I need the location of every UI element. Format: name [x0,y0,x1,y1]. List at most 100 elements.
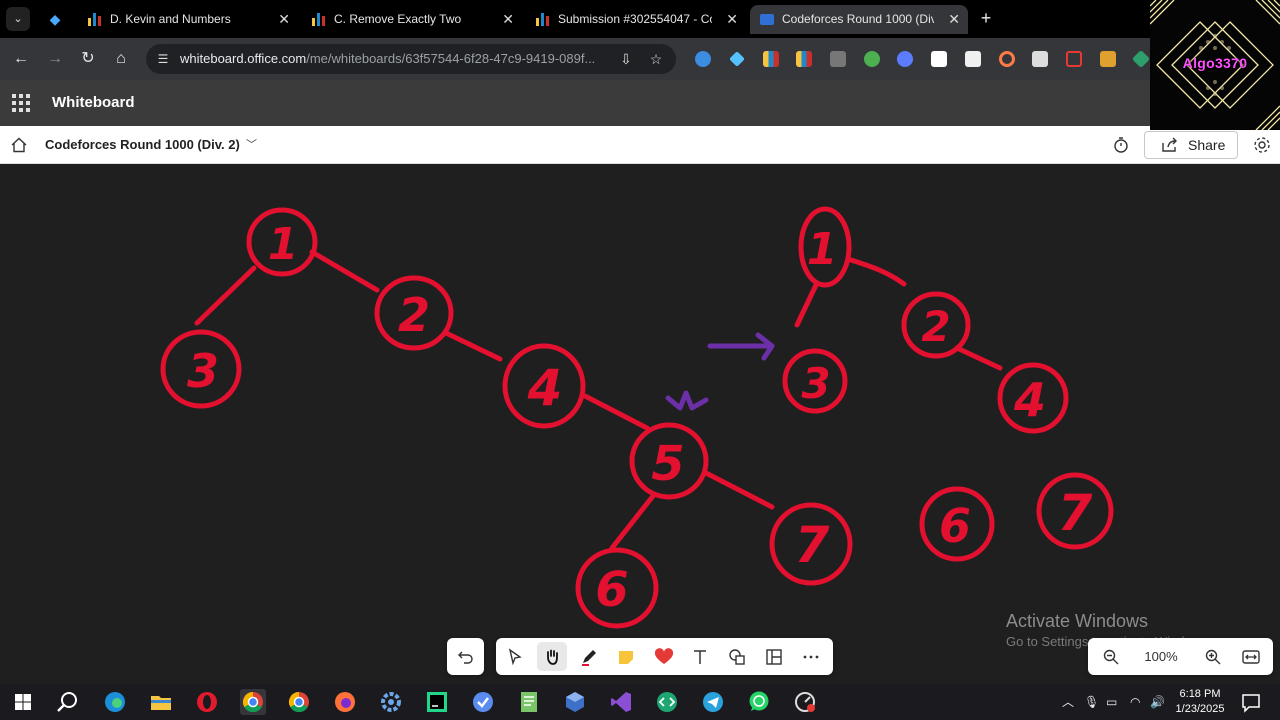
bookmark-star-icon[interactable]: ☆ [646,49,666,69]
whiteboard-favicon-icon [760,14,774,25]
extension-plus-icon[interactable] [864,51,880,67]
show-hidden-icons-chevron-icon[interactable]: ︿ [1062,684,1074,720]
wifi-icon[interactable]: ◠ [1130,684,1140,720]
document-header: Codeforces Round 1000 (Div. 2) ﹀ Share [0,126,1280,164]
chrome-icon[interactable] [240,689,266,715]
file-explorer-icon[interactable] [148,689,174,715]
ink-edge [443,330,503,362]
ink-edge [703,470,775,510]
recorder-icon[interactable] [792,689,818,715]
reload-icon[interactable]: ↻ [77,48,99,70]
share-button[interactable]: Share [1144,131,1238,159]
more-options-button[interactable] [796,642,826,671]
ink-edge [194,265,257,326]
extension-pencil-icon[interactable] [1100,51,1116,67]
settings-gear-icon[interactable] [1252,135,1272,155]
forward-arrow-icon[interactable]: → [44,48,66,70]
whiteboard-canvas[interactable]: 1 2 3 4 5 6 7 1 2 3 4 6 7 [0,164,1280,684]
webstorm-icon[interactable] [424,689,450,715]
templates-button[interactable] [759,642,789,671]
text-tool-button[interactable] [685,642,715,671]
opera-icon[interactable] [194,689,220,715]
extension-eye-icon[interactable] [897,51,913,67]
logo-text: Algo3370 [1182,55,1248,71]
zoom-in-button[interactable] [1198,642,1228,671]
check-app-icon[interactable] [470,689,496,715]
address-bar[interactable]: ☰ whiteboard.office.com/me/whiteboards/6… [146,44,676,74]
heart-icon [654,648,674,664]
node-label: 2 [921,302,950,351]
fit-to-screen-button[interactable] [1236,642,1266,671]
node-label: 4 [1013,373,1046,427]
select-tool-button[interactable] [500,642,530,671]
sticky-note-icon [619,651,633,664]
zoom-in-icon [1205,649,1221,665]
microphone-icon[interactable]: 🎙 [1084,684,1099,720]
ink-edge [309,249,380,293]
battery-icon[interactable]: ▭ [1106,684,1117,720]
code-app-icon[interactable] [654,689,680,715]
home-icon[interactable] [10,136,28,154]
extension-icon[interactable] [965,51,981,67]
close-tab-icon[interactable]: ✕ [502,5,514,34]
tab-remove-exactly-two[interactable]: C. Remove Exactly Two ✕ [302,5,522,34]
gear-app-icon[interactable] [378,689,404,715]
system-clock[interactable]: 6:18 PM 1/23/2025 [1172,687,1228,717]
home-icon[interactable]: ⌂ [110,48,132,70]
node-label: 6 [595,562,628,618]
notifications-icon[interactable] [1238,689,1264,715]
extension-square-icon[interactable] [1066,51,1082,67]
timer-icon[interactable] [1112,136,1130,154]
node-label: 6 [939,499,971,553]
clock-time: 6:18 PM [1179,688,1221,700]
back-arrow-icon[interactable]: ← [10,48,32,70]
chrome-icon[interactable] [286,689,312,715]
close-tab-icon[interactable]: ✕ [278,5,290,34]
app-launcher-icon[interactable] [12,94,30,112]
pan-tool-button[interactable] [537,642,567,671]
firefox-icon[interactable] [332,689,358,715]
pen-tool-button[interactable] [574,642,604,671]
volume-icon[interactable]: 🔊 [1150,684,1165,720]
zoom-out-button[interactable] [1096,642,1126,671]
shapes-icon [729,649,745,665]
site-info-icon[interactable]: ☰ [154,50,172,68]
windows-start-icon[interactable] [10,689,36,715]
whatsapp-icon[interactable] [746,689,772,715]
pinned-tab-gem-icon[interactable]: ◆ [44,9,66,29]
extension-grid-icon[interactable] [1032,51,1048,67]
tab-search-button[interactable]: ⌄ [6,7,30,31]
extension-codeforces-icon[interactable] [796,51,812,67]
shapes-tool-button[interactable] [722,642,752,671]
close-tab-icon[interactable]: ✕ [726,5,738,34]
close-tab-icon[interactable]: ✕ [948,5,960,34]
share-label: Share [1188,137,1226,153]
undo-button[interactable] [451,642,481,671]
sticky-note-button[interactable] [611,642,641,671]
search-icon[interactable] [55,689,81,715]
telegram-icon[interactable] [700,689,726,715]
ink-arrow [707,332,775,361]
clock-date: 1/23/2025 [1175,703,1225,715]
extension-ring-icon[interactable] [999,51,1015,67]
tab-kevin-and-numbers[interactable]: D. Kevin and Numbers ✕ [78,5,298,34]
fit-screen-icon [1242,650,1260,664]
chevron-down-icon[interactable]: ﹀ [246,126,257,164]
tab-submission[interactable]: Submission #302554047 - Codeforces ✕ [526,5,746,34]
edge-browser-icon[interactable] [102,689,128,715]
visual-studio-icon[interactable] [608,689,634,715]
box-app-icon[interactable] [562,689,588,715]
extension-icon[interactable] [695,51,711,67]
extension-icon[interactable] [931,51,947,67]
tab-whiteboard-active[interactable]: Codeforces Round 1000 (Div. 2) ✕ [750,5,968,34]
install-app-icon[interactable]: ⇩ [616,49,636,69]
extension-download-icon[interactable] [830,51,846,67]
codeforces-favicon-icon [88,13,102,26]
new-tab-button[interactable]: + [976,7,996,29]
extension-codeforces-icon[interactable] [763,51,779,67]
document-title[interactable]: Codeforces Round 1000 (Div. 2) [45,126,240,164]
reaction-button[interactable] [648,642,678,671]
node-label: 1 [268,219,299,270]
activate-windows-watermark: Activate Windows [1006,611,1149,631]
notepad-icon[interactable] [516,689,542,715]
